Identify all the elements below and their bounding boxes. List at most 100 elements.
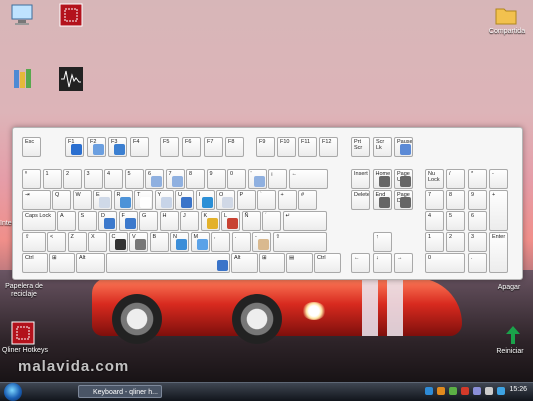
tray-icon-1[interactable] (425, 387, 433, 395)
key-z-10[interactable]: . (231, 232, 251, 252)
folder-shared-icon[interactable] (493, 2, 519, 28)
key-a-1[interactable]: A (57, 211, 76, 231)
key-fn-0[interactable]: Esc (22, 137, 41, 157)
key-num-12[interactable]: ¡ (268, 169, 287, 189)
library-icon[interactable] (10, 66, 36, 92)
key-a-8[interactable]: K (200, 211, 220, 231)
key-space-0[interactable]: Ctrl (22, 253, 48, 273)
key-fn-1[interactable]: F1 (65, 137, 84, 157)
key-a-9[interactable]: L (221, 211, 240, 231)
key-q-13[interactable]: # (298, 190, 317, 210)
key-num-6[interactable]: 6 (145, 169, 164, 189)
key-fn-5[interactable]: F5 (160, 137, 179, 157)
taskbar-window-button[interactable]: Keyboard - qliner h... (78, 385, 162, 398)
key-z-5[interactable]: V (129, 232, 148, 252)
key-space-2[interactable]: Alt (76, 253, 105, 273)
key-numpad-9[interactable]: 5 (446, 211, 465, 231)
key-num-0[interactable]: º (22, 169, 41, 189)
key-num-5[interactable]: 5 (124, 169, 144, 189)
key-fn-15[interactable]: Pause (394, 137, 413, 157)
key-nav-5[interactable]: Page Dn (394, 190, 413, 210)
key-num-2[interactable]: 2 (63, 169, 82, 189)
key-fn-13[interactable]: Prt Scr (351, 137, 370, 157)
key-q-6[interactable]: Y (154, 190, 174, 210)
key-z-9[interactable]: , (211, 232, 230, 252)
key-q-11[interactable]: ` (257, 190, 276, 210)
key-numpad-8[interactable]: 4 (425, 211, 444, 231)
key-z-3[interactable]: X (88, 232, 107, 252)
key-nav-2[interactable]: Page Up (394, 169, 413, 189)
key-z-0[interactable]: ⇧ (22, 232, 46, 252)
key-z-2[interactable]: Z (67, 232, 87, 252)
start-button[interactable] (4, 383, 22, 401)
key-numpad-12[interactable]: 2 (446, 232, 465, 252)
key-space-1[interactable]: ⊞ (49, 253, 75, 273)
key-num-13[interactable]: ← (288, 169, 328, 189)
key-z-4[interactable]: C (108, 232, 128, 252)
key-q-12[interactable]: + (277, 190, 297, 210)
key-numpad-15[interactable]: 0 (425, 253, 465, 273)
key-nav-3[interactable]: Delete (351, 190, 370, 210)
key-z-11[interactable]: - (252, 232, 271, 252)
key-num-10[interactable]: 0 (227, 169, 246, 189)
key-fn-2[interactable]: F2 (87, 137, 106, 157)
key-a-4[interactable]: F (118, 211, 138, 231)
audio-wave-icon[interactable] (58, 66, 84, 92)
key-space-7[interactable]: Ctrl (314, 253, 341, 273)
tray-icon-2[interactable] (437, 387, 445, 395)
key-num-1[interactable]: 1 (42, 169, 62, 189)
key-q-10[interactable]: P (236, 190, 256, 210)
tray-icon-4[interactable] (461, 387, 469, 395)
key-fn-9[interactable]: F9 (256, 137, 275, 157)
computer-icon[interactable] (10, 2, 36, 28)
key-space-5[interactable]: ⊞ (259, 253, 285, 273)
key-a-5[interactable]: G (139, 211, 158, 231)
key-numpad-3[interactable]: - (489, 169, 508, 189)
key-num-7[interactable]: 7 (165, 169, 185, 189)
key-num-8[interactable]: 8 (186, 169, 205, 189)
key-arrow-0[interactable]: ↑ (373, 232, 392, 252)
key-arrow-1[interactable]: ← (351, 253, 370, 273)
key-numpad-2[interactable]: * (468, 169, 487, 189)
key-numpad-14[interactable]: Enter (489, 232, 508, 273)
key-a-11[interactable]: ´ (262, 211, 281, 231)
key-fn-7[interactable]: F7 (204, 137, 223, 157)
key-num-9[interactable]: 9 (206, 169, 226, 189)
key-numpad-16[interactable]: . (468, 253, 487, 273)
tray-icon-5[interactable] (473, 387, 481, 395)
key-z-6[interactable]: B (149, 232, 169, 252)
restart-icon[interactable] (500, 322, 526, 348)
key-num-4[interactable]: 4 (104, 169, 123, 189)
key-numpad-13[interactable]: 3 (468, 232, 487, 252)
key-numpad-11[interactable]: 1 (425, 232, 444, 252)
key-q-4[interactable]: R (113, 190, 133, 210)
key-space-4[interactable]: Alt (231, 253, 258, 273)
key-space-6[interactable]: ▤ (286, 253, 313, 273)
key-numpad-4[interactable]: 7 (425, 190, 444, 210)
key-space-3[interactable] (106, 253, 230, 273)
key-a-10[interactable]: Ñ (241, 211, 261, 231)
key-a-12[interactable]: ↵ (282, 211, 327, 231)
key-numpad-10[interactable]: 6 (468, 211, 487, 231)
key-z-8[interactable]: M (190, 232, 210, 252)
key-a-7[interactable]: J (180, 211, 199, 231)
key-nav-4[interactable]: End (372, 190, 392, 210)
key-numpad-1[interactable]: / (446, 169, 465, 189)
key-q-1[interactable]: Q (52, 190, 71, 210)
key-fn-4[interactable]: F4 (130, 137, 149, 157)
key-numpad-6[interactable]: 9 (468, 190, 487, 210)
key-num-11[interactable]: ' (247, 169, 267, 189)
key-a-3[interactable]: D (98, 211, 117, 231)
key-q-5[interactable]: T (134, 190, 153, 210)
key-fn-10[interactable]: F10 (277, 137, 296, 157)
key-z-7[interactable]: N (170, 232, 189, 252)
key-fn-12[interactable]: F12 (319, 137, 338, 157)
tray-icon-3[interactable] (449, 387, 457, 395)
key-nav-1[interactable]: Home (372, 169, 392, 189)
key-numpad-0[interactable]: Nu Lock (425, 169, 444, 189)
key-arrow-3[interactable]: → (394, 253, 413, 273)
tray-icon-7[interactable] (497, 387, 505, 395)
key-nav-0[interactable]: Insert (351, 169, 370, 189)
key-numpad-5[interactable]: 8 (446, 190, 465, 210)
key-q-3[interactable]: E (93, 190, 112, 210)
